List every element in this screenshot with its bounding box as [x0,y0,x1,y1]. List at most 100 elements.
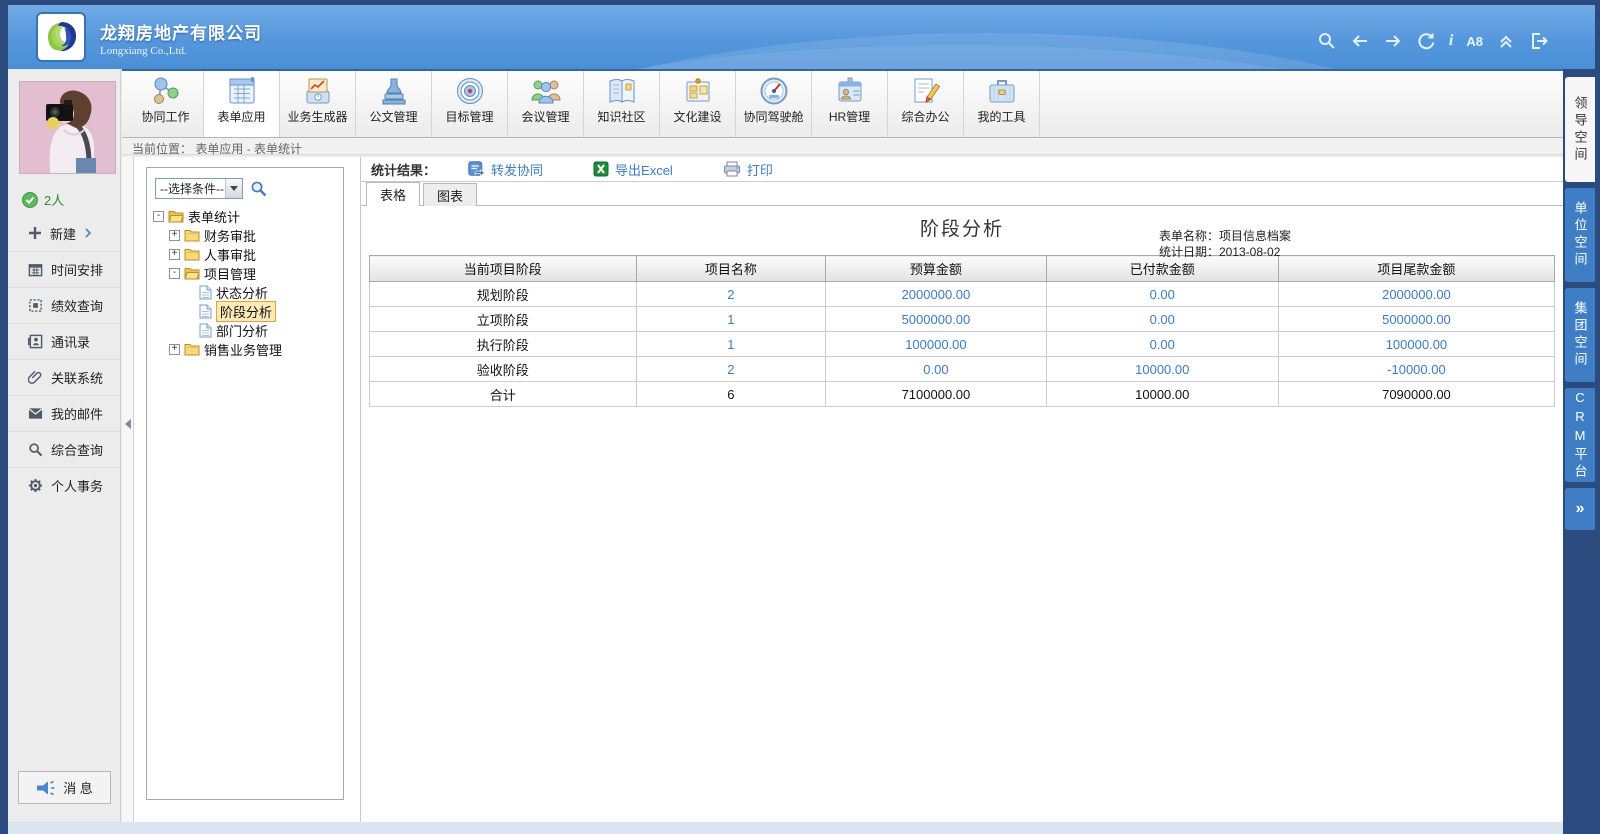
module-doc-mgmt[interactable]: 公文管理 [356,71,432,137]
online-status[interactable]: 2人 [22,190,64,209]
tree-toggle-icon[interactable]: + [169,344,180,355]
user-avatar[interactable] [19,81,116,174]
excel-icon [593,161,609,177]
value-link-cell[interactable]: 10000.00 [1046,357,1278,382]
forward-collab-button[interactable]: 转发协同 [468,160,543,179]
module-collaboration[interactable]: 协同工作 [128,71,204,137]
tree-node-project-mgmt[interactable]: - 项目管理 [169,264,339,282]
tab-label: 表格 [380,185,406,204]
tree-toggle-icon[interactable]: - [169,268,180,279]
tree-node-hr-approval[interactable]: + 人事审批 [169,245,339,263]
forward-arrow-icon[interactable] [1383,31,1403,51]
tree-node-department-analysis[interactable]: 部门分析 [199,321,339,339]
module-knowledge[interactable]: 知识社区 [584,71,660,137]
sidebar-item-label: 新建 [50,224,76,243]
sidebar-item-integrated-search[interactable]: 综合查询 [8,431,120,467]
sidebar-item-linked-systems[interactable]: 关联系统 [8,359,120,395]
value-link-cell[interactable]: 100000.00 [826,332,1046,357]
right-tab-group-space[interactable]: 集团空间 [1565,288,1595,382]
paperclip-icon [28,370,43,385]
sidebar-item-my-mail[interactable]: 我的邮件 [8,395,120,431]
module-office[interactable]: 综合办公 [888,71,964,137]
folder-open-icon [168,210,184,223]
collapse-panel-icon[interactable] [125,419,131,429]
breadcrumb-path: 表单应用 - 表单统计 [195,142,302,156]
condition-select[interactable]: --选择条件-- [155,178,243,199]
module-form-app[interactable]: 表单应用 [204,71,280,137]
column-header: 项目尾款金额 [1278,256,1554,282]
module-hr-mgmt[interactable]: HR管理 [812,71,888,137]
panel-splitter[interactable] [122,157,134,822]
chevron-right-icon [84,228,92,238]
value-link-cell[interactable]: -10000.00 [1278,357,1554,382]
breadcrumb-label: 当前位置： [132,142,192,156]
info-icon[interactable]: i [1449,32,1453,50]
tree-toggle-icon[interactable]: + [169,230,180,241]
module-biz-generator[interactable]: 业务生成器 [280,71,356,137]
value-link-cell[interactable]: 0.00 [1046,307,1278,332]
tree-node-label: 项目管理 [204,264,256,283]
tree-search-icon[interactable] [250,180,267,197]
action-label: 转发协同 [491,160,543,179]
module-my-tools[interactable]: 我的工具 [964,71,1040,137]
value-link-cell[interactable]: 5000000.00 [1278,307,1554,332]
tree-toggle-icon[interactable]: + [169,249,180,260]
value-link-cell[interactable]: 100000.00 [1278,332,1554,357]
refresh-icon[interactable] [1416,31,1436,51]
stat-date-label: 统计日期： [1159,245,1219,259]
tree-node-status-analysis[interactable]: 状态分析 [199,283,339,301]
total-value-cell: 7090000.00 [1278,382,1554,407]
tab-table[interactable]: 表格 [366,182,420,206]
message-button[interactable]: 消 息 [18,771,111,804]
file-icon [199,285,212,300]
speaker-icon [36,780,56,796]
right-tab-expand[interactable]: » [1565,488,1595,530]
module-meeting-mgmt[interactable]: 会议管理 [508,71,584,137]
open-book-icon [606,76,638,106]
right-tab-unit-space[interactable]: 单位空间 [1565,188,1595,282]
logout-icon[interactable] [1529,31,1549,51]
back-arrow-icon[interactable] [1350,31,1370,51]
table-row: 规划阶段 2 2000000.00 0.00 2000000.00 [370,282,1555,307]
sidebar-item-personal-affairs[interactable]: 个人事务 [8,467,120,503]
sidebar-item-performance[interactable]: 绩效查询 [8,287,120,323]
value-link-cell[interactable]: 5000000.00 [826,307,1046,332]
print-button[interactable]: 打印 [723,160,773,179]
select-dropdown-button[interactable] [225,179,242,198]
value-link-cell[interactable]: 0.00 [1046,282,1278,307]
a8-label[interactable]: A8 [1466,34,1483,49]
sidebar-item-contacts[interactable]: 通讯录 [8,323,120,359]
sidebar-item-schedule[interactable]: 时间安排 [8,251,120,287]
tree-node-form-statistics[interactable]: - 表单统计 [153,207,339,225]
chevrons-right-icon: » [1576,500,1585,518]
tree-toggle-icon[interactable]: - [153,211,164,222]
value-link-cell[interactable]: 0.00 [826,357,1046,382]
tab-chart[interactable]: 图表 [423,183,477,206]
right-tab-leader-space[interactable]: 领导空间 [1565,77,1595,182]
contacts-icon [28,334,43,349]
form-name-value: 项目信息档案 [1219,229,1291,243]
value-link-cell[interactable]: 2 [636,357,826,382]
module-cockpit[interactable]: 协同驾驶舱 [736,71,812,137]
collapse-header-icon[interactable] [1496,31,1516,51]
value-link-cell[interactable]: 2000000.00 [1278,282,1554,307]
tree-node-stage-analysis[interactable]: 阶段分析 [199,302,339,320]
value-link-cell[interactable]: 2 [636,282,826,307]
sidebar-item-new[interactable]: 新建 [8,215,120,251]
company-name: 龙翔房地产有限公司 [100,19,262,44]
right-tab-crm-platform[interactable]: CRM平台 [1565,388,1595,482]
module-goal-mgmt[interactable]: 目标管理 [432,71,508,137]
value-link-cell[interactable]: 2000000.00 [826,282,1046,307]
sidebar-menu: 新建 时间安排 绩效查询 通讯录 关联系统 我的邮件 [8,215,120,503]
action-label: 导出Excel [615,160,673,179]
value-link-cell[interactable]: 1 [636,307,826,332]
value-link-cell[interactable]: 0.00 [1046,332,1278,357]
report-table: 当前项目阶段 项目名称 预算金额 已付款金额 项目尾款金额 规划阶段 2 [369,255,1555,407]
tree-node-finance-approval[interactable]: + 财务审批 [169,226,339,244]
module-culture[interactable]: 文化建设 [660,71,736,137]
value-link-cell[interactable]: 1 [636,332,826,357]
export-excel-button[interactable]: 导出Excel [593,160,673,179]
module-label: 协同驾驶舱 [743,108,803,125]
tree-node-sales-mgmt[interactable]: + 销售业务管理 [169,340,339,358]
search-icon[interactable] [1317,31,1337,51]
